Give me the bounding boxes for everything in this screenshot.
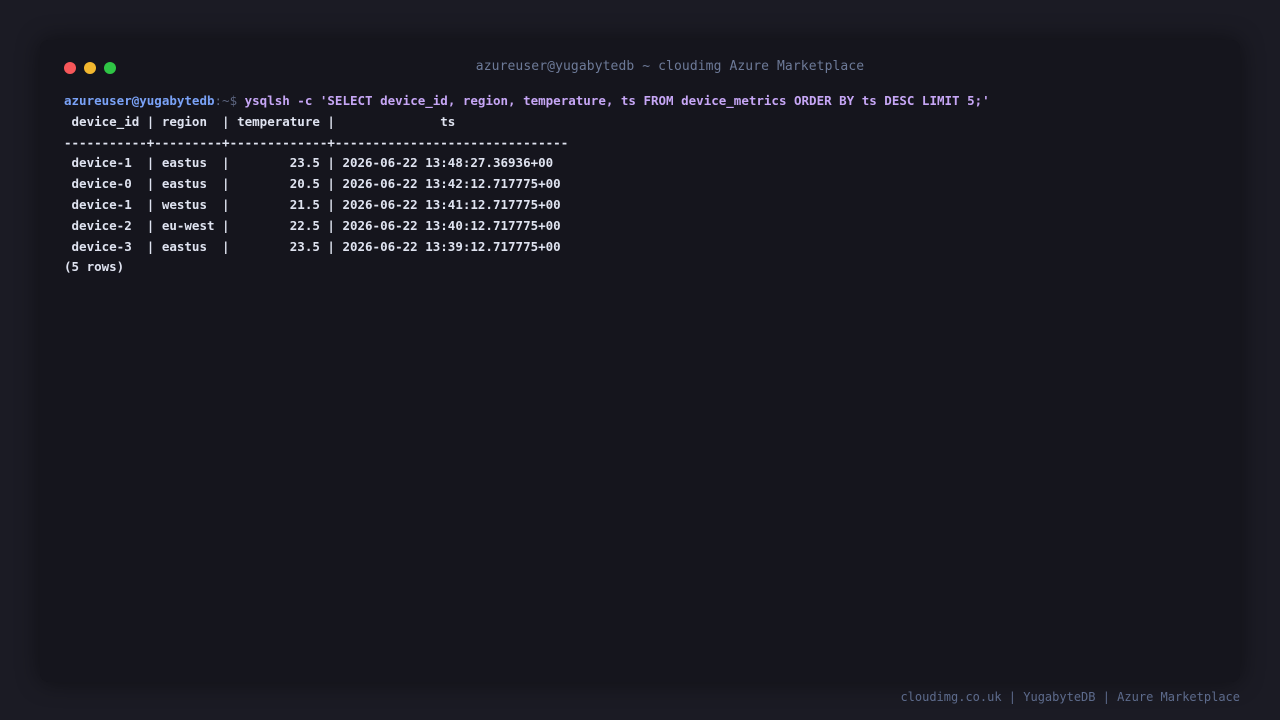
row-count: (5 rows) xyxy=(64,259,125,275)
terminal-window: azureuser@yugabytedb ~ cloudimg Azure Ma… xyxy=(40,40,1240,682)
window-title: azureuser@yugabytedb ~ cloudimg Azure Ma… xyxy=(475,59,865,74)
table-separator: -----------+---------+-------------+----… xyxy=(64,134,569,150)
footer-text: cloudimg.co.uk | YugabyteDB | Azure Mark… xyxy=(900,690,1240,704)
prompt-suffix: :~$ xyxy=(214,93,245,108)
table-row: device-1 | eastus | 23.5 | 2026-06-22 13… xyxy=(64,155,554,171)
command-line: azureuser@yugabytedb:~$ ysqlsh -c 'SELEC… xyxy=(64,91,1224,112)
table-row: device-3 | eastus | 23.5 | 2026-06-22 13… xyxy=(64,238,561,254)
command-text: ysqlsh -c 'SELECT device_id, region, tem… xyxy=(244,93,990,108)
table-row: device-2 | eu-west | 22.5 | 2026-06-22 1… xyxy=(64,217,561,233)
prompt-user: azureuser@yugabytedb xyxy=(64,93,215,108)
table-header: device_id | region | temperature | ts xyxy=(64,113,456,129)
terminal-output[interactable]: azureuser@yugabytedb:~$ ysqlsh -c 'SELEC… xyxy=(64,91,1224,278)
table-row: device-0 | eastus | 20.5 | 2026-06-22 13… xyxy=(64,176,561,192)
table-row: device-1 | westus | 21.5 | 2026-06-22 13… xyxy=(64,196,561,212)
